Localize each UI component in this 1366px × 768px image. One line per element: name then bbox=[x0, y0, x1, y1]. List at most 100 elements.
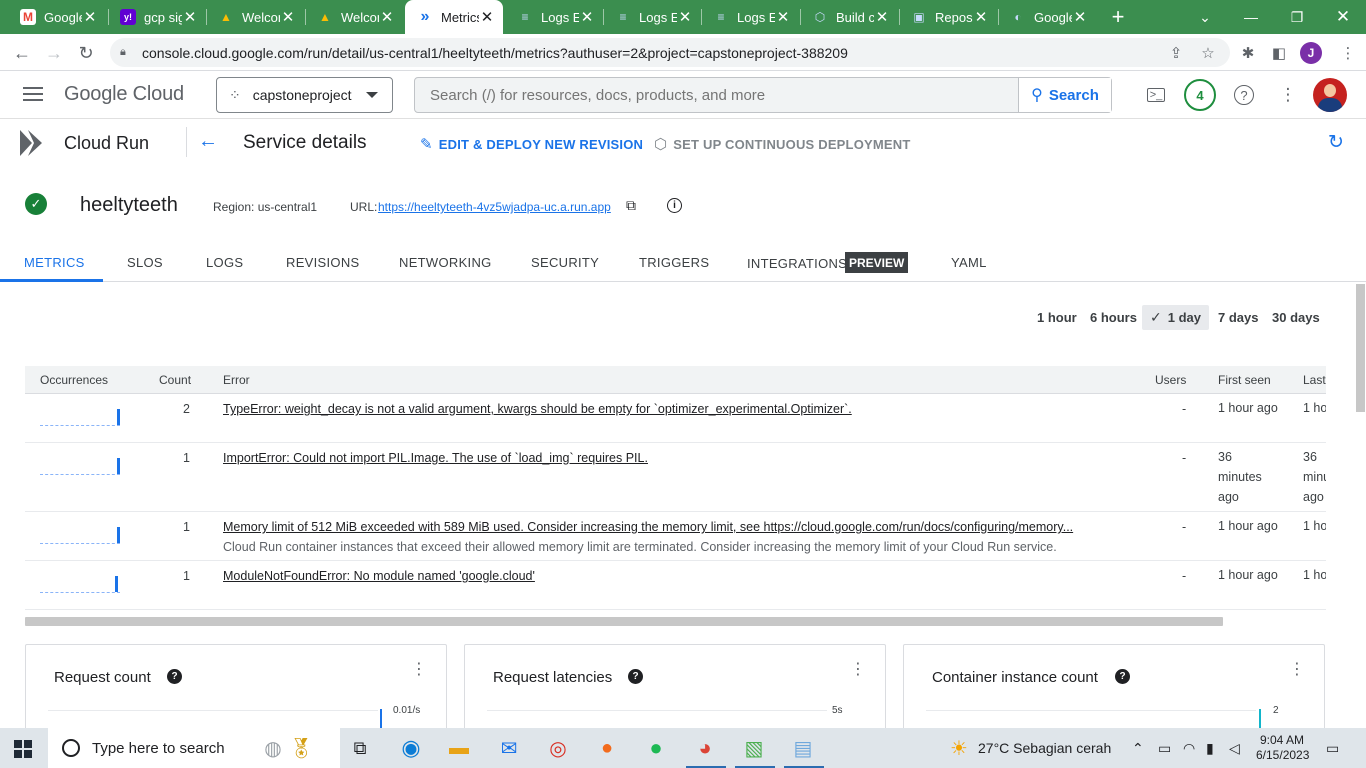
close-tab-icon[interactable]: ✕ bbox=[479, 8, 495, 26]
side-panel-button[interactable]: ◧ bbox=[1265, 39, 1293, 67]
table-row[interactable]: 1 ModuleNotFoundError: No module named '… bbox=[25, 561, 1326, 610]
help-icon[interactable]: ? bbox=[1115, 669, 1130, 684]
cloud-shell-button[interactable]: >_ bbox=[1142, 81, 1170, 109]
col-count[interactable]: Count bbox=[159, 373, 191, 387]
app-icon[interactable]: ● bbox=[592, 734, 622, 762]
share-button[interactable]: ⇪ bbox=[1162, 39, 1190, 67]
refresh-button[interactable]: ↻ bbox=[1328, 131, 1344, 154]
back-button[interactable]: ← bbox=[8, 39, 36, 67]
tab-security[interactable]: SECURITY bbox=[531, 255, 599, 270]
meet-now-icon[interactable]: ▭ bbox=[1158, 740, 1171, 757]
browser-menu-button[interactable]: ⋮ bbox=[1334, 39, 1362, 67]
project-picker[interactable]: ⁘ capstoneproject bbox=[216, 77, 393, 113]
close-tab-icon[interactable]: ✕ bbox=[82, 8, 98, 26]
google-cloud-logo[interactable]: Google Cloud bbox=[64, 83, 184, 106]
clock[interactable]: 9:04 AM 6/15/2023 bbox=[1256, 733, 1309, 763]
card-menu-icon[interactable]: ⋮ bbox=[1289, 662, 1305, 687]
info-icon[interactable]: i bbox=[667, 198, 682, 213]
col-error[interactable]: Error bbox=[223, 373, 250, 387]
close-tab-icon[interactable]: ✕ bbox=[379, 8, 395, 26]
notifications-icon[interactable]: ▭ bbox=[1326, 740, 1339, 757]
close-tab-icon[interactable]: ✕ bbox=[973, 8, 989, 26]
tab-logs[interactable]: LOGS bbox=[206, 255, 243, 270]
error-link[interactable]: Memory limit of 512 MiB exceeded with 58… bbox=[223, 520, 1073, 534]
error-link[interactable]: TypeError: weight_decay is not a valid a… bbox=[223, 402, 852, 416]
table-row[interactable]: 1 Memory limit of 512 MiB exceeded with … bbox=[25, 512, 1326, 561]
col-first-seen[interactable]: First seen bbox=[1218, 373, 1271, 387]
browser-tab[interactable]: ▲ Welcome ✕ bbox=[206, 0, 304, 34]
spotify-icon[interactable]: ● bbox=[641, 734, 671, 762]
card-menu-icon[interactable]: ⋮ bbox=[411, 662, 427, 687]
browser-tab[interactable]: ▣ Reposi ✕ bbox=[899, 0, 997, 34]
tab-integrations[interactable]: INTEGRATIONS bbox=[747, 256, 847, 271]
close-tab-icon[interactable]: ✕ bbox=[775, 8, 791, 26]
bookmark-button[interactable]: ☆ bbox=[1194, 39, 1222, 67]
settings-menu-button[interactable]: ⋮ bbox=[1274, 81, 1302, 109]
weather-icon[interactable]: ☀ bbox=[944, 734, 974, 762]
search-highlight-icon[interactable]: ◍ bbox=[258, 734, 288, 762]
tab-revisions[interactable]: REVISIONS bbox=[286, 255, 360, 270]
archive-app-icon[interactable]: ▧ bbox=[739, 734, 769, 762]
error-link[interactable]: ModuleNotFoundError: No module named 'go… bbox=[223, 569, 535, 583]
col-occurrences[interactable]: Occurrences bbox=[40, 373, 108, 387]
browser-tab-active[interactable]: » Metrics ✕ bbox=[405, 0, 503, 34]
browser-tab[interactable]: ≡ Logs E ✕ bbox=[505, 0, 603, 34]
tab-metrics[interactable]: METRICS bbox=[24, 255, 85, 270]
close-tab-icon[interactable]: ✕ bbox=[280, 8, 296, 26]
copy-url-icon[interactable]: ⧉ bbox=[626, 197, 636, 214]
range-1-day[interactable]: ✓ 1 day bbox=[1142, 305, 1209, 330]
extensions-button[interactable]: ✱ bbox=[1234, 39, 1262, 67]
weather-text[interactable]: 27°C Sebagian cerah bbox=[978, 740, 1111, 756]
table-horizontal-scrollbar[interactable] bbox=[25, 617, 1223, 626]
tab-yaml[interactable]: YAML bbox=[951, 255, 987, 270]
close-tab-icon[interactable]: ✕ bbox=[677, 8, 693, 26]
browser-tab[interactable]: ⬡ Build c ✕ bbox=[800, 0, 898, 34]
error-link[interactable]: ImportError: Could not import PIL.Image.… bbox=[223, 451, 648, 465]
card-menu-icon[interactable]: ⋮ bbox=[850, 662, 866, 687]
browser-tab[interactable]: ▲ Welcome ✕ bbox=[305, 0, 403, 34]
page-vertical-scrollbar[interactable] bbox=[1356, 284, 1365, 412]
tab-triggers[interactable]: TRIGGERS bbox=[639, 255, 709, 270]
task-view-icon[interactable]: ⧉ bbox=[345, 734, 375, 762]
range-6-hours[interactable]: 6 hours bbox=[1090, 305, 1137, 330]
help-icon[interactable]: ? bbox=[628, 669, 643, 684]
notifications-badge[interactable]: 4 bbox=[1184, 79, 1216, 111]
close-tab-icon[interactable]: ✕ bbox=[874, 8, 890, 26]
tab-slos[interactable]: SLOS bbox=[127, 255, 163, 270]
tab-networking[interactable]: NETWORKING bbox=[399, 255, 492, 270]
volume-icon[interactable]: ◁ bbox=[1229, 740, 1240, 757]
edge-icon[interactable]: ◉ bbox=[396, 734, 426, 762]
range-1-hour[interactable]: 1 hour bbox=[1037, 305, 1077, 330]
mail-icon[interactable]: ✉ bbox=[494, 734, 524, 762]
minimize-button[interactable]: — bbox=[1228, 0, 1274, 34]
range-7-days[interactable]: 7 days bbox=[1218, 305, 1258, 330]
file-explorer-icon[interactable]: ▬ bbox=[444, 734, 474, 762]
help-button[interactable]: ? bbox=[1230, 81, 1258, 109]
browser-tab[interactable]: ≡ Logs E ✕ bbox=[603, 0, 701, 34]
search-button[interactable]: ⚲ Search bbox=[1018, 78, 1111, 112]
col-users[interactable]: Users bbox=[1155, 373, 1186, 387]
url-field[interactable]: 🔒︎ console.cloud.google.com/run/detail/u… bbox=[110, 38, 1230, 67]
windows-start-icon[interactable] bbox=[14, 740, 32, 758]
browser-tab[interactable]: M Google ✕ bbox=[8, 0, 106, 34]
profile-avatar[interactable]: J bbox=[1300, 42, 1322, 64]
search-input[interactable] bbox=[415, 78, 1018, 112]
hamburger-menu-icon[interactable] bbox=[20, 83, 46, 107]
chrome-icon[interactable]: ◕ bbox=[690, 734, 720, 762]
back-arrow-button[interactable]: ← bbox=[196, 129, 220, 153]
tab-search-button[interactable]: ⌄ bbox=[1182, 0, 1228, 34]
account-avatar[interactable] bbox=[1313, 78, 1347, 112]
maximize-button[interactable]: ❐ bbox=[1274, 0, 1320, 34]
col-last-seen[interactable]: Last bbox=[1303, 373, 1326, 387]
help-icon[interactable]: ? bbox=[167, 669, 182, 684]
product-title[interactable]: Cloud Run bbox=[64, 133, 149, 154]
table-row[interactable]: 1 ImportError: Could not import PIL.Imag… bbox=[25, 443, 1326, 512]
reload-button[interactable]: ↻ bbox=[72, 39, 100, 67]
notepad-icon[interactable]: ▤ bbox=[788, 734, 818, 762]
edit-deploy-button[interactable]: ✎ EDIT & DEPLOY NEW REVISION bbox=[420, 135, 643, 153]
table-row[interactable]: 2 TypeError: weight_decay is not a valid… bbox=[25, 394, 1326, 443]
browser-tab[interactable]: ≡ Logs E ✕ bbox=[701, 0, 799, 34]
media-player-icon[interactable]: ◎ bbox=[543, 734, 573, 762]
browser-tab[interactable]: ◐ Google ✕ bbox=[998, 0, 1096, 34]
chevron-up-icon[interactable]: ⌃ bbox=[1132, 740, 1144, 757]
